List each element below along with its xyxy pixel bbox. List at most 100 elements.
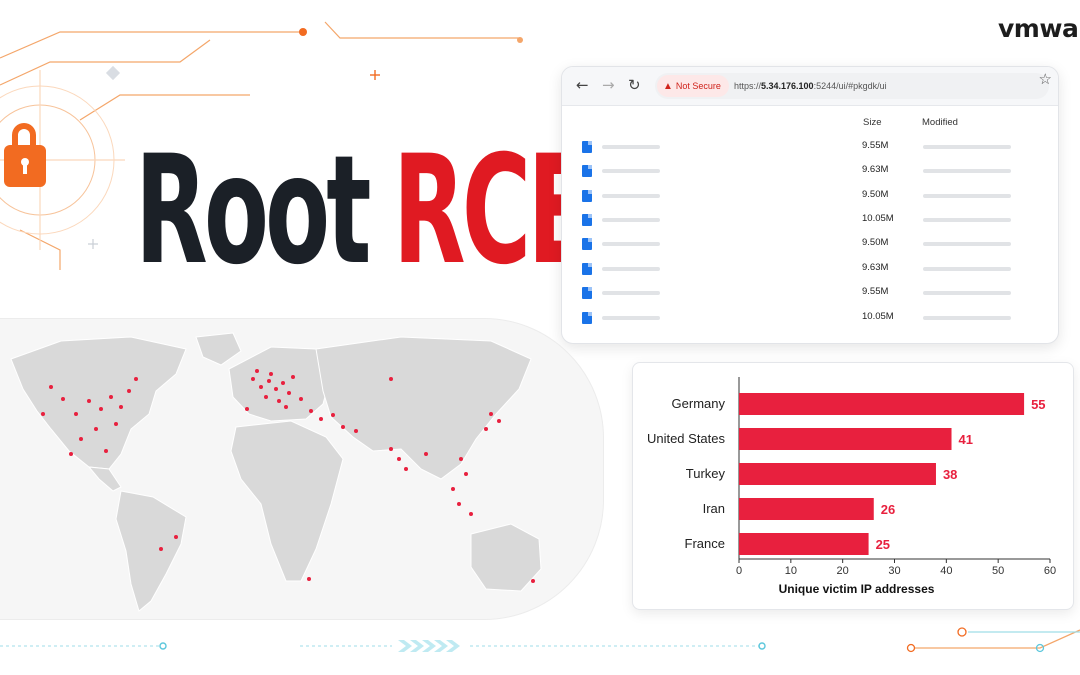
file-icon bbox=[582, 263, 592, 275]
x-tick-label: 0 bbox=[736, 565, 742, 577]
world-map bbox=[10, 332, 542, 612]
file-size: 9.63M bbox=[862, 262, 889, 273]
file-modified-placeholder bbox=[923, 218, 1011, 222]
x-axis-title: Unique victim IP addresses bbox=[779, 582, 935, 596]
file-icon bbox=[582, 141, 592, 153]
victim-dot bbox=[284, 405, 288, 409]
file-row[interactable]: 9.50M bbox=[562, 184, 1058, 208]
victim-dot bbox=[331, 413, 335, 417]
file-icon bbox=[582, 287, 592, 299]
file-modified-placeholder bbox=[923, 145, 1011, 149]
file-size: 9.55M bbox=[862, 286, 889, 297]
warning-icon: ▲ bbox=[663, 81, 673, 92]
file-row[interactable]: 9.63M bbox=[562, 257, 1058, 281]
file-name-placeholder bbox=[602, 218, 660, 222]
file-modified-placeholder bbox=[923, 267, 1011, 271]
victim-dot bbox=[281, 381, 285, 385]
file-modified-placeholder bbox=[923, 242, 1011, 246]
file-icon bbox=[582, 312, 592, 324]
victim-dot bbox=[319, 417, 323, 421]
file-row[interactable]: 9.50M bbox=[562, 232, 1058, 256]
file-row[interactable]: 10.05M bbox=[562, 306, 1058, 330]
continents bbox=[10, 332, 542, 612]
victim-dot bbox=[424, 452, 428, 456]
headline: Root RCE bbox=[135, 136, 592, 286]
africa bbox=[230, 420, 344, 582]
file-name-placeholder bbox=[602, 316, 660, 320]
star-icon[interactable]: ☆ bbox=[1039, 70, 1052, 88]
back-icon[interactable]: ← bbox=[576, 76, 589, 94]
category-label: United States bbox=[647, 431, 726, 446]
victims-bar-chart: Germany 55 United States 41 Turkey 38 Iran 26 Fr… bbox=[647, 377, 1056, 596]
file-name-placeholder bbox=[602, 169, 660, 173]
x-tick-label: 40 bbox=[940, 565, 952, 577]
category-label: Turkey bbox=[686, 466, 726, 481]
file-row[interactable]: 9.63M bbox=[562, 159, 1058, 183]
file-size: 9.50M bbox=[862, 189, 889, 200]
victim-dot bbox=[94, 427, 98, 431]
data-label: 55 bbox=[1031, 397, 1045, 412]
victim-dot bbox=[451, 487, 455, 491]
victim-dot bbox=[109, 395, 113, 399]
victim-dot bbox=[49, 385, 53, 389]
victim-dot bbox=[341, 425, 345, 429]
file-row[interactable]: 9.55M bbox=[562, 135, 1058, 159]
file-modified-placeholder bbox=[923, 194, 1011, 198]
victim-dot bbox=[299, 397, 303, 401]
file-size: 9.50M bbox=[862, 237, 889, 248]
victim-dot bbox=[287, 391, 291, 395]
file-size: 10.05M bbox=[862, 311, 894, 322]
url-text: https://5.34.176.100:5244/ui/#pkgdk/ui bbox=[734, 73, 887, 99]
file-icon bbox=[582, 238, 592, 250]
file-modified-placeholder bbox=[923, 169, 1011, 173]
bar bbox=[739, 463, 936, 485]
file-name-placeholder bbox=[602, 267, 660, 271]
victim-dot bbox=[255, 369, 259, 373]
not-secure-badge[interactable]: ▲ Not Secure bbox=[657, 75, 729, 97]
greenland bbox=[195, 332, 242, 366]
file-name-placeholder bbox=[602, 242, 660, 246]
victim-dot bbox=[531, 579, 535, 583]
x-tick-label: 60 bbox=[1044, 565, 1056, 577]
victim-dot bbox=[457, 502, 461, 506]
data-label: 26 bbox=[881, 502, 895, 517]
browser-window: ← → ↻ ▲ Not Secure https://5.34.176.100:5… bbox=[561, 66, 1059, 344]
bar bbox=[739, 498, 874, 520]
x-tick-label: 20 bbox=[837, 565, 849, 577]
victim-dot bbox=[134, 377, 138, 381]
file-row[interactable]: 9.55M bbox=[562, 281, 1058, 305]
reload-icon[interactable]: ↻ bbox=[628, 76, 641, 94]
file-name-placeholder bbox=[602, 291, 660, 295]
url-path: :5244/ui/#pkgdk/ui bbox=[813, 81, 887, 91]
south-america bbox=[115, 490, 187, 612]
victim-dot bbox=[404, 467, 408, 471]
file-name-placeholder bbox=[602, 194, 660, 198]
x-tick-label: 50 bbox=[992, 565, 1004, 577]
victim-dot bbox=[354, 429, 358, 433]
column-header-modified[interactable]: Modified bbox=[922, 117, 958, 128]
url-prefix: https:// bbox=[734, 81, 762, 91]
file-size: 10.05M bbox=[862, 213, 894, 224]
url-host: 5.34.176.100 bbox=[761, 81, 814, 91]
bar bbox=[739, 533, 869, 555]
victim-dot bbox=[79, 437, 83, 441]
victim-dot bbox=[251, 377, 255, 381]
victim-dot bbox=[267, 379, 271, 383]
victim-dot bbox=[87, 399, 91, 403]
victim-dot bbox=[397, 457, 401, 461]
file-name-placeholder bbox=[602, 145, 660, 149]
address-bar[interactable]: ▲ Not Secure https://5.34.176.100:5244/ui… bbox=[655, 73, 1049, 99]
victim-dot bbox=[69, 452, 73, 456]
victim-dot bbox=[309, 409, 313, 413]
victim-dot bbox=[489, 412, 493, 416]
world-map-card bbox=[0, 318, 604, 620]
column-header-size[interactable]: Size bbox=[863, 117, 881, 128]
victim-dot bbox=[277, 399, 281, 403]
victim-dot bbox=[114, 422, 118, 426]
file-row[interactable]: 10.05M bbox=[562, 208, 1058, 232]
victim-dot bbox=[99, 407, 103, 411]
victim-dot bbox=[497, 419, 501, 423]
victim-dot bbox=[245, 407, 249, 411]
victim-dot bbox=[41, 412, 45, 416]
forward-icon[interactable]: → bbox=[602, 76, 615, 94]
